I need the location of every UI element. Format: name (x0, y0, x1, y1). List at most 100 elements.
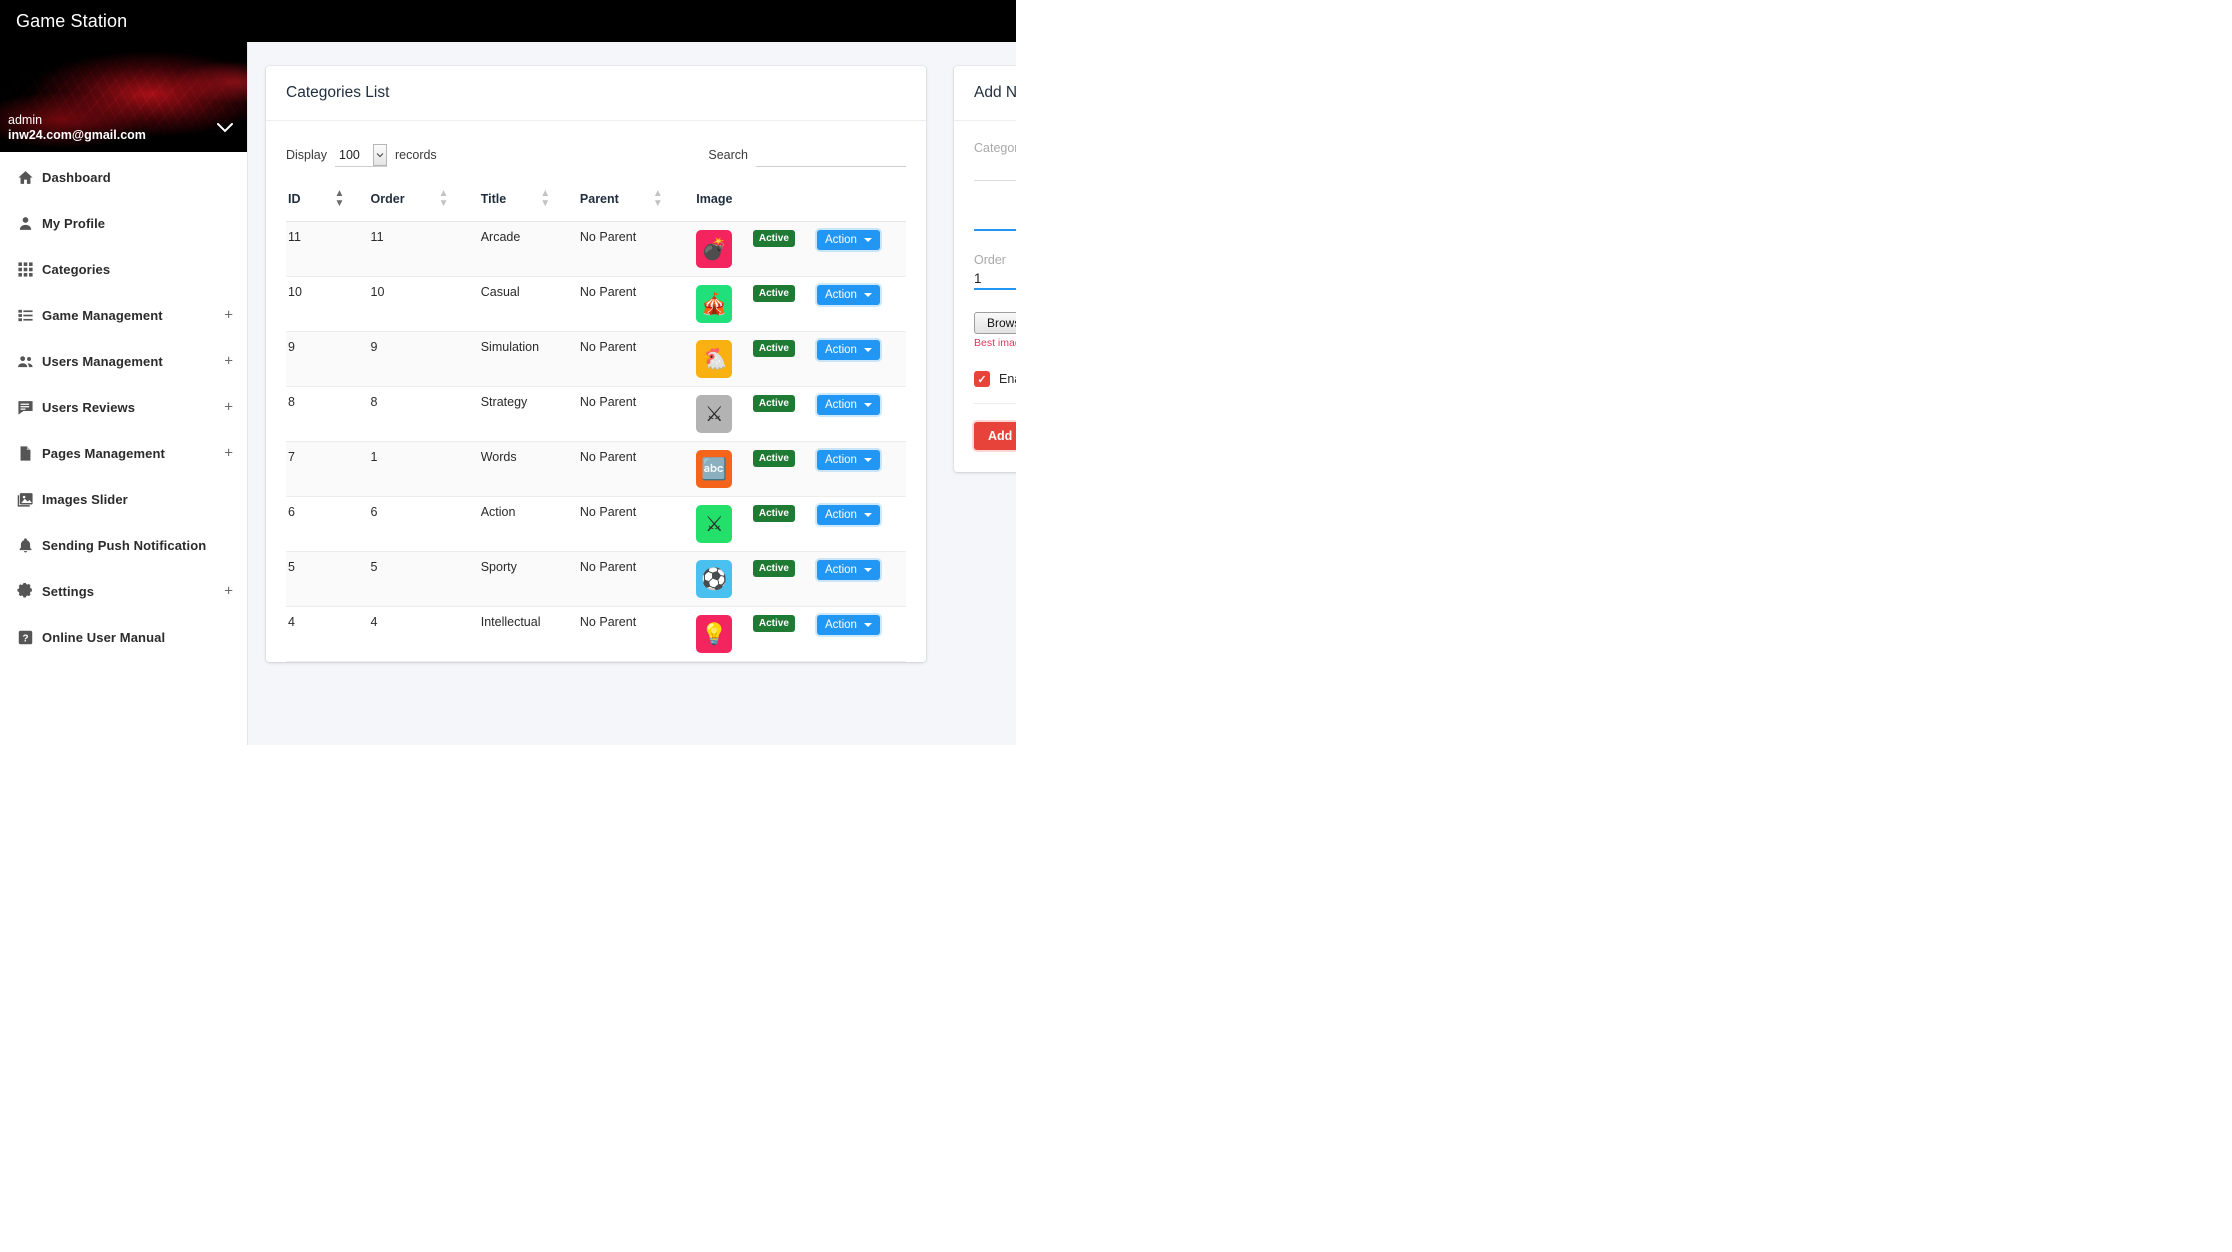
parent-select[interactable]: No Parent (974, 203, 1016, 231)
sidebar-item-my-profile[interactable]: My Profile (0, 200, 247, 246)
cell-order: 6 (368, 496, 479, 552)
sidebar-item-categories[interactable]: Categories (0, 246, 247, 292)
crossed-swords-shield-icon: ⚔ (696, 395, 733, 433)
sidebar-item-dashboard[interactable]: Dashboard (0, 154, 247, 200)
content-area: Categories List Display 100 records Sear… (248, 42, 1016, 745)
cell-image: ⚔ (694, 496, 751, 552)
search-label: Search (708, 148, 748, 162)
sidebar-item-label: Settings (42, 583, 95, 599)
svg-text:?: ? (22, 633, 28, 644)
user-panel[interactable]: admin inw24.com@gmail.com (0, 42, 247, 152)
add-new-category-card: Add New Category Category Title No Paren… (954, 66, 1016, 472)
cell-title: Simulation (478, 331, 578, 387)
sort-icon[interactable]: ▲ ▼ (540, 189, 550, 209)
sidebar-item-users-management[interactable]: Users Management + (0, 338, 247, 384)
sort-icon[interactable]: ▲ ▼ (653, 189, 663, 209)
sidebar-item-label: Game Management (42, 307, 163, 323)
cell-action: Action (814, 441, 906, 497)
table-row: 8 8 Strategy No Parent ⚔ Active Action (286, 386, 906, 442)
cell-status: Active (750, 331, 815, 387)
sort-icon[interactable]: ▲ ▼ (439, 189, 449, 209)
category-title-input[interactable] (974, 159, 1016, 181)
sidebar-item-sending-push-notification[interactable]: Sending Push Notification (0, 522, 247, 568)
sidebar: admin inw24.com@gmail.com Dashboard My Pr… (0, 42, 248, 745)
display-label: Display (286, 148, 327, 162)
column-label: Image (696, 192, 733, 206)
sidebar-item-online-user-manual[interactable]: ? Online User Manual (0, 614, 247, 660)
action-dropdown-button[interactable]: Action (816, 340, 880, 360)
sidebar-item-label: Categories (42, 261, 111, 277)
caret-down-icon (863, 568, 872, 572)
status-badge: Active (752, 560, 795, 577)
action-dropdown-button[interactable]: Action (816, 285, 880, 305)
action-dropdown-button[interactable]: Action (816, 230, 880, 250)
people-icon (8, 353, 42, 370)
table-column-header-parent[interactable]: Parent ▲ ▼ (577, 179, 695, 222)
cell-id: 10 (286, 276, 369, 332)
cell-image: 🔤 (694, 441, 751, 497)
chevron-down-icon[interactable] (373, 144, 387, 166)
sidebar-item-label: Online User Manual (42, 629, 166, 645)
action-dropdown-button[interactable]: Action (816, 615, 880, 635)
sidebar-item-users-reviews[interactable]: Users Reviews + (0, 384, 247, 430)
browse-button[interactable]: Browse... (974, 312, 1016, 334)
action-label: Action (824, 509, 857, 521)
parent-field: No Parent (974, 203, 1016, 231)
chevron-down-icon[interactable] (217, 120, 233, 138)
sort-icon[interactable]: ▲ ▼ (335, 189, 345, 209)
action-label: Action (824, 619, 857, 631)
table-column-header (750, 179, 815, 222)
action-label: Action (824, 399, 857, 411)
expand-icon[interactable]: + (224, 584, 233, 599)
page-length-select[interactable]: 100 (335, 143, 387, 167)
expand-icon[interactable]: + (224, 446, 233, 461)
cell-title: Words (478, 441, 578, 497)
sidebar-item-pages-management[interactable]: Pages Management + (0, 430, 247, 476)
action-dropdown-button[interactable]: Action (816, 505, 880, 525)
cell-parent: No Parent (577, 221, 695, 277)
soccer-ball-icon: ⚽ (696, 560, 733, 598)
action-dropdown-button[interactable]: Action (816, 395, 880, 415)
sidebar-item-game-management[interactable]: Game Management + (0, 292, 247, 338)
order-input[interactable]: 1 (974, 271, 1016, 286)
bell-icon (8, 537, 42, 554)
table-head: ID ▲ ▼ Order ▲ ▼ Title ▲ ▼ Parent ▲ ▼ Image (286, 179, 906, 222)
cell-title: Intellectual (478, 606, 578, 662)
expand-icon[interactable]: + (224, 308, 233, 323)
table-row: 10 10 Casual No Parent 🎪 Active Action (286, 276, 906, 332)
cell-parent: No Parent (577, 441, 695, 497)
sidebar-item-label: Images Slider (42, 491, 128, 507)
table-column-header-order[interactable]: Order ▲ ▼ (368, 179, 479, 222)
caret-down-icon (863, 458, 872, 462)
action-label: Action (824, 564, 857, 576)
add-new-category-button[interactable]: Add New Category (974, 422, 1016, 450)
cell-order: 10 (368, 276, 479, 332)
expand-icon[interactable]: + (224, 354, 233, 369)
list-icon (8, 307, 42, 324)
brand-title: Game Station (16, 10, 128, 31)
search-control: Search (708, 143, 906, 167)
caret-down-icon (863, 293, 872, 297)
action-dropdown-button[interactable]: Action (816, 450, 880, 470)
search-input[interactable] (756, 143, 906, 167)
column-label: Title (480, 192, 507, 206)
caret-down-icon (863, 623, 872, 627)
action-dropdown-button[interactable]: Action (816, 560, 880, 580)
caret-down-icon (863, 238, 872, 242)
checkbox-checked-icon[interactable]: ✓ (974, 371, 990, 387)
cell-parent: No Parent (577, 386, 695, 442)
table-column-header-id[interactable]: ID ▲ ▼ (286, 179, 369, 222)
sidebar-item-images-slider[interactable]: Images Slider (0, 476, 247, 522)
sidebar-item-label: Users Management (42, 353, 163, 369)
grid-icon (8, 261, 42, 278)
cell-title: Arcade (478, 221, 578, 277)
user-info: admin inw24.com@gmail.com (8, 113, 146, 144)
sidebar-item-settings[interactable]: Settings + (0, 568, 247, 614)
table-column-header-title[interactable]: Title ▲ ▼ (478, 179, 578, 222)
sidebar-item-label: My Profile (42, 215, 106, 231)
table-column-header (814, 179, 906, 222)
expand-icon[interactable]: + (224, 400, 233, 415)
cell-image: ⚔ (694, 386, 751, 442)
enabled-checkbox-row[interactable]: ✓ Enabled (974, 371, 1016, 387)
caret-down-icon (863, 513, 872, 517)
